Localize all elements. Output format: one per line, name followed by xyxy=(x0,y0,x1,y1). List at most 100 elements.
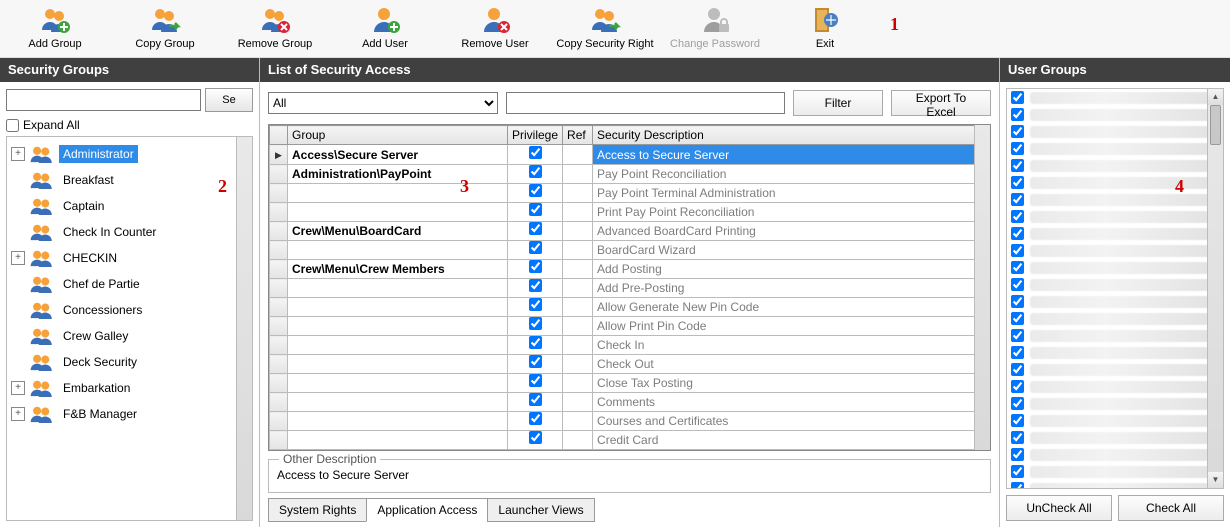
row-selector[interactable] xyxy=(270,355,288,374)
user-group-item[interactable] xyxy=(1007,361,1223,378)
privilege-checkbox[interactable] xyxy=(529,165,542,178)
user-group-checkbox[interactable] xyxy=(1011,176,1024,189)
group-tree-item[interactable]: Deck Security xyxy=(7,349,252,375)
user-group-item[interactable] xyxy=(1007,378,1223,395)
group-tree-item[interactable]: Crew Galley xyxy=(7,323,252,349)
privilege-checkbox[interactable] xyxy=(529,241,542,254)
user-group-item[interactable] xyxy=(1007,225,1223,242)
user-group-checkbox[interactable] xyxy=(1011,125,1024,138)
group-tree-item[interactable]: Chef de Partie xyxy=(7,271,252,297)
user-group-item[interactable] xyxy=(1007,157,1223,174)
group-search-button[interactable]: Se xyxy=(205,88,253,112)
row-selector[interactable] xyxy=(270,241,288,260)
group-tree-item[interactable]: Concessioners xyxy=(7,297,252,323)
tree-expander-icon[interactable]: + xyxy=(11,251,25,265)
grid-row[interactable]: Access\Secure ServerAccess to Secure Ser… xyxy=(270,145,990,165)
privilege-checkbox[interactable] xyxy=(529,222,542,235)
add-group-button[interactable]: Add Group xyxy=(0,2,110,56)
user-group-item[interactable] xyxy=(1007,344,1223,361)
grid-header-rowselector[interactable] xyxy=(270,126,288,145)
user-group-checkbox[interactable] xyxy=(1011,261,1024,274)
row-selector[interactable] xyxy=(270,260,288,279)
user-group-checkbox[interactable] xyxy=(1011,431,1024,444)
privilege-checkbox[interactable] xyxy=(529,184,542,197)
cell-privilege[interactable] xyxy=(508,145,563,165)
uncheck-all-button[interactable]: UnCheck All xyxy=(1006,495,1112,521)
user-group-checkbox[interactable] xyxy=(1011,448,1024,461)
user-group-item[interactable] xyxy=(1007,174,1223,191)
privilege-checkbox[interactable] xyxy=(529,146,542,159)
group-tree-item[interactable]: +F&B Manager xyxy=(7,401,252,427)
grid-row[interactable]: Close Tax Posting xyxy=(270,374,990,393)
grid-row[interactable]: Administration\PayPointPay Point Reconci… xyxy=(270,165,990,184)
user-group-checkbox[interactable] xyxy=(1011,329,1024,342)
grid-row[interactable]: Allow Print Pin Code xyxy=(270,317,990,336)
user-group-checkbox[interactable] xyxy=(1011,346,1024,359)
grid-row[interactable]: Crew\Menu\Crew MembersAdd Posting xyxy=(270,260,990,279)
user-group-item[interactable] xyxy=(1007,446,1223,463)
grid-row[interactable]: Check In xyxy=(270,336,990,355)
scrollbar[interactable]: ▲ ▼ xyxy=(1207,89,1223,488)
group-tree-item[interactable]: +Administrator xyxy=(7,141,252,167)
row-selector[interactable] xyxy=(270,203,288,222)
row-selector[interactable] xyxy=(270,336,288,355)
user-group-checkbox[interactable] xyxy=(1011,244,1024,257)
cell-privilege[interactable] xyxy=(508,222,563,241)
user-group-item[interactable] xyxy=(1007,480,1223,488)
cell-privilege[interactable] xyxy=(508,431,563,450)
user-group-checkbox[interactable] xyxy=(1011,414,1024,427)
user-group-item[interactable] xyxy=(1007,276,1223,293)
remove-user-button[interactable]: Remove User xyxy=(440,2,550,56)
privilege-checkbox[interactable] xyxy=(529,393,542,406)
cell-privilege[interactable] xyxy=(508,241,563,260)
user-group-checkbox[interactable] xyxy=(1011,312,1024,325)
privilege-checkbox[interactable] xyxy=(529,450,542,451)
privilege-checkbox[interactable] xyxy=(529,431,542,444)
cell-privilege[interactable] xyxy=(508,279,563,298)
grid-header-description[interactable]: Security Description xyxy=(593,126,990,145)
user-group-checkbox[interactable] xyxy=(1011,210,1024,223)
privilege-checkbox[interactable] xyxy=(529,336,542,349)
type-filter-select[interactable]: All xyxy=(268,92,498,114)
grid-row[interactable]: Allow Generate New Pin Code xyxy=(270,298,990,317)
grid-row[interactable]: Credit Card xyxy=(270,431,990,450)
grid-header-group[interactable]: Group xyxy=(288,126,508,145)
user-group-item[interactable] xyxy=(1007,140,1223,157)
tree-expander-icon[interactable]: + xyxy=(11,147,25,161)
user-group-item[interactable] xyxy=(1007,395,1223,412)
grid-row[interactable]: Crew\Menu\BoardCardAdvanced BoardCard Pr… xyxy=(270,222,990,241)
scroll-up-arrow[interactable]: ▲ xyxy=(1208,89,1223,105)
user-group-checkbox[interactable] xyxy=(1011,295,1024,308)
row-selector[interactable] xyxy=(270,165,288,184)
copy-group-button[interactable]: Copy Group xyxy=(110,2,220,56)
group-search-input[interactable] xyxy=(6,89,201,111)
user-groups-list[interactable] xyxy=(1007,89,1223,488)
add-user-button[interactable]: Add User xyxy=(330,2,440,56)
row-selector[interactable] xyxy=(270,317,288,336)
export-excel-button[interactable]: Export To Excel xyxy=(891,90,991,116)
privilege-checkbox[interactable] xyxy=(529,355,542,368)
grid-row[interactable]: Custom Info xyxy=(270,450,990,452)
grid-row[interactable]: BoardCard Wizard xyxy=(270,241,990,260)
user-group-item[interactable] xyxy=(1007,106,1223,123)
grid-header-privilege[interactable]: Privilege xyxy=(508,126,563,145)
cell-privilege[interactable] xyxy=(508,165,563,184)
privilege-checkbox[interactable] xyxy=(529,203,542,216)
user-group-item[interactable] xyxy=(1007,429,1223,446)
user-group-checkbox[interactable] xyxy=(1011,193,1024,206)
user-group-item[interactable] xyxy=(1007,327,1223,344)
privilege-checkbox[interactable] xyxy=(529,412,542,425)
user-group-item[interactable] xyxy=(1007,123,1223,140)
filter-button[interactable]: Filter xyxy=(793,90,883,116)
user-group-checkbox[interactable] xyxy=(1011,108,1024,121)
row-selector[interactable] xyxy=(270,393,288,412)
user-group-checkbox[interactable] xyxy=(1011,482,1024,488)
grid-row[interactable]: Check Out xyxy=(270,355,990,374)
grid-header-ref[interactable]: Ref xyxy=(563,126,593,145)
user-group-item[interactable] xyxy=(1007,89,1223,106)
check-all-button[interactable]: Check All xyxy=(1118,495,1224,521)
user-group-checkbox[interactable] xyxy=(1011,465,1024,478)
user-group-checkbox[interactable] xyxy=(1011,380,1024,393)
user-group-checkbox[interactable] xyxy=(1011,278,1024,291)
cell-privilege[interactable] xyxy=(508,374,563,393)
